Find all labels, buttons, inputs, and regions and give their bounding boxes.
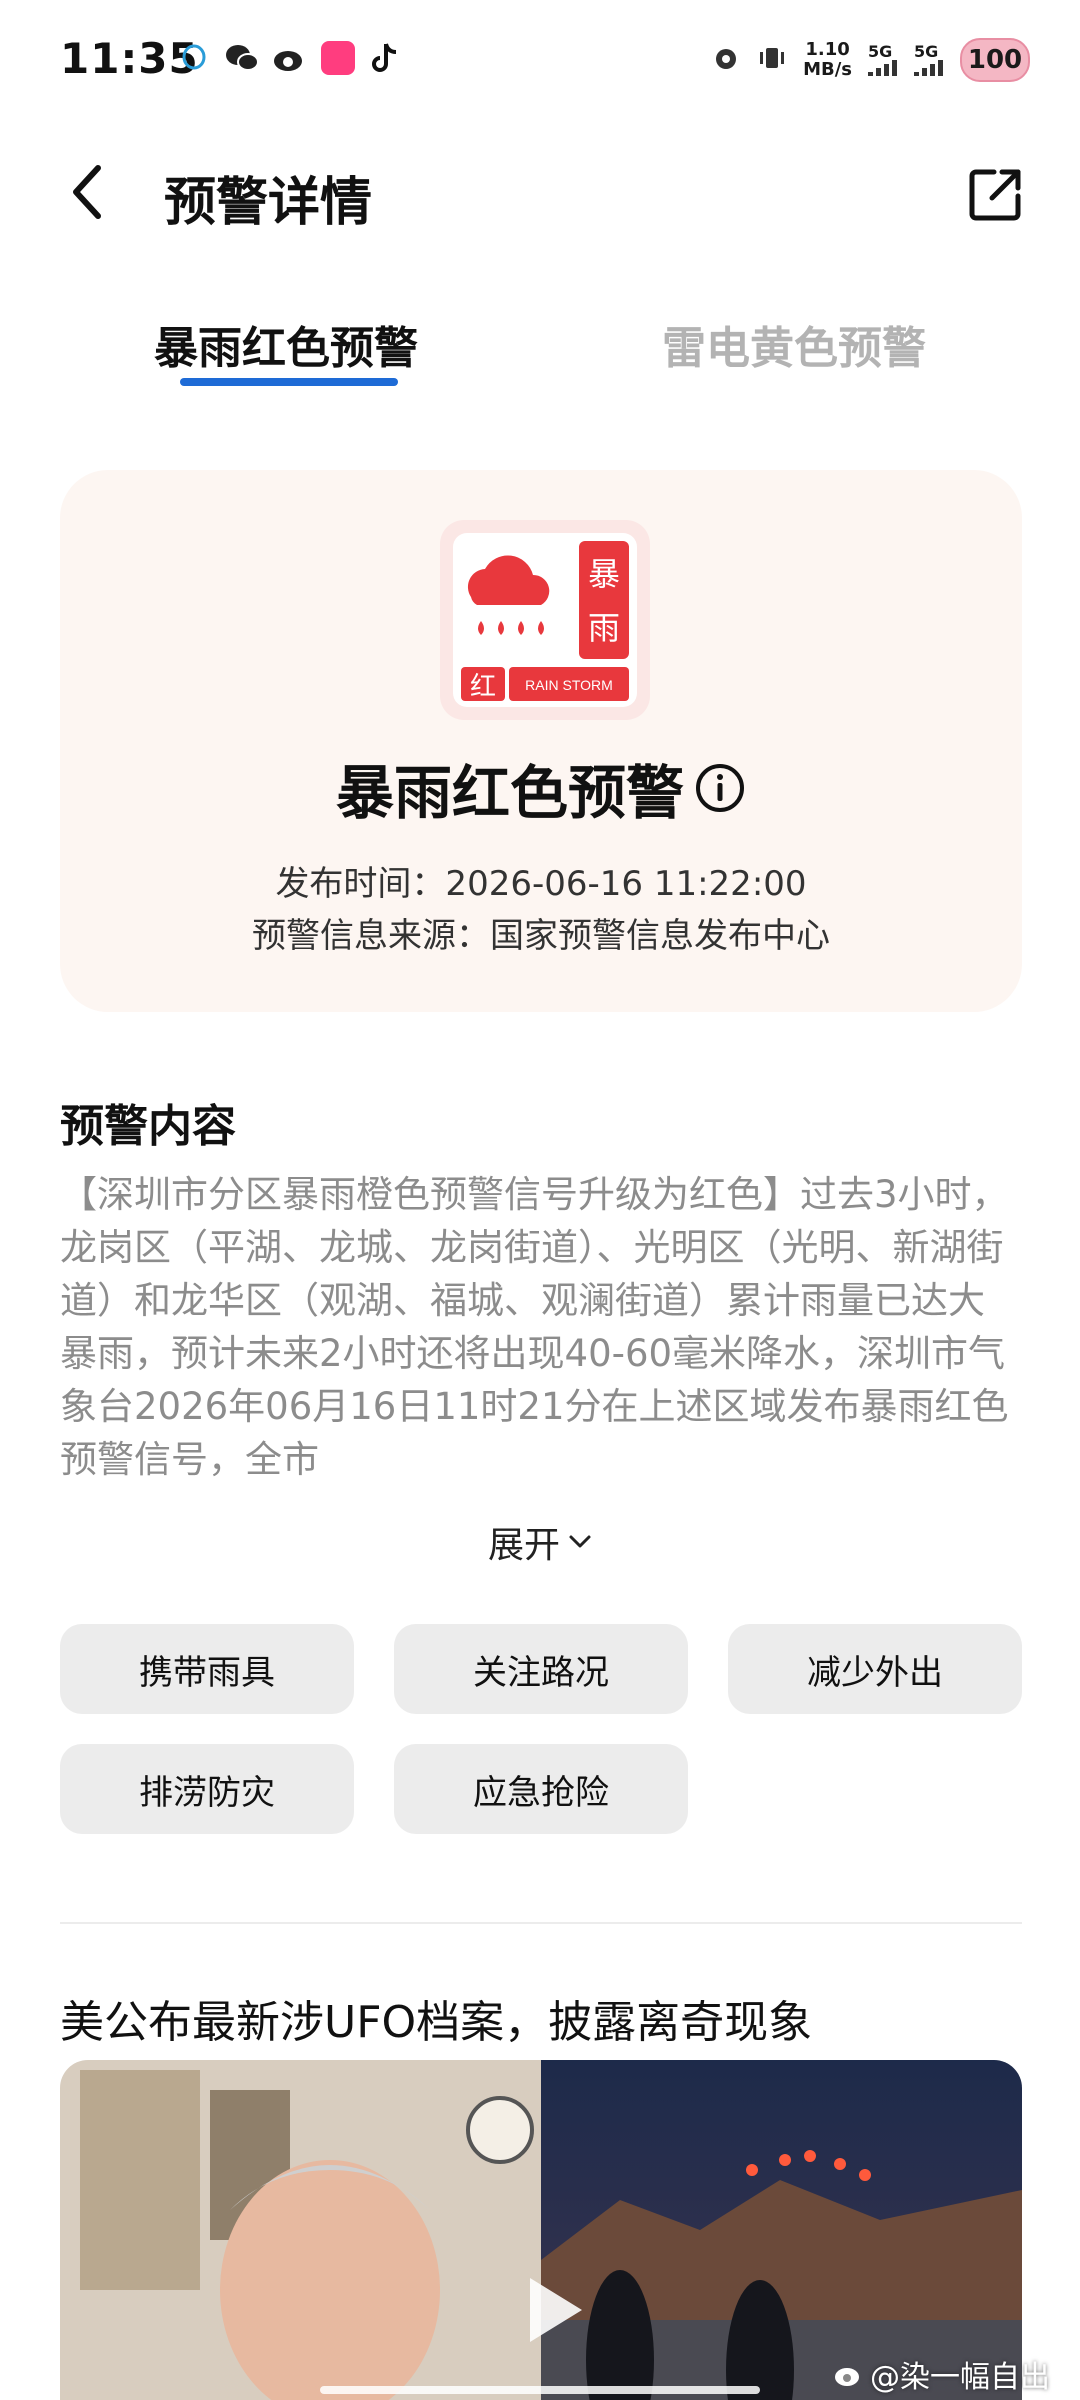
play-icon[interactable] xyxy=(500,2260,600,2360)
content-section-title: 预警内容 xyxy=(60,1101,236,1152)
news-video-thumbnail[interactable] xyxy=(60,2060,1022,2400)
expand-label: 展开 xyxy=(487,1525,560,1566)
share-button[interactable] xyxy=(960,158,1032,230)
divider xyxy=(60,1922,1022,1924)
weibo-icon xyxy=(272,40,308,76)
badge-char-bottom: 雨 xyxy=(588,609,620,647)
chevron-down-icon xyxy=(569,1535,591,1548)
status-bar: 11:35 1.10 MB/s 5G 5G 100 xyxy=(0,0,1080,126)
info-icon xyxy=(696,764,744,812)
alert-source: 预警信息来源：国家预警信息发布中心 xyxy=(252,916,830,956)
vibrate-icon xyxy=(757,43,787,77)
expand-button[interactable]: 展开 xyxy=(0,1516,1080,1568)
chip-watch-road[interactable]: 关注路况 xyxy=(394,1624,688,1714)
chip-emergency-rescue[interactable]: 应急抢险 xyxy=(394,1744,688,1834)
rainstorm-red-icon: 暴 雨 红 RAIN STORM xyxy=(453,533,637,707)
status-right: 1.10 MB/s 5G 5G 100 xyxy=(711,38,1030,82)
qq-icon xyxy=(176,40,212,76)
watermark: @染一幅自出 xyxy=(834,2352,1050,2396)
tab-rainstorm-red[interactable]: 暴雨红色预警 xyxy=(154,312,418,376)
status-app-icons xyxy=(176,40,404,76)
lofter-icon xyxy=(320,40,356,76)
alarm-icon xyxy=(711,43,741,77)
alert-meta: 发布时间：2026-06-16 11:22:00 预警信息来源：国家预警信息发布… xyxy=(60,858,1022,962)
warning-content-text: 【深圳市分区暴雨橙色预警信号升级为红色】过去3小时，龙岗区（平湖、龙城、龙岗街道… xyxy=(60,1173,1009,1481)
back-button[interactable] xyxy=(56,160,120,224)
rainstorm-red-badge: 暴 雨 红 RAIN STORM xyxy=(440,520,650,720)
publish-time: 发布时间：2026-06-16 11:22:00 xyxy=(275,864,807,904)
chip-flood-prevention[interactable]: 排涝防灾 xyxy=(60,1744,354,1834)
app-bar: 预警详情 xyxy=(0,126,1080,256)
badge-caption: RAIN STORM xyxy=(525,677,613,693)
news-title[interactable]: 美公布最新涉UFO档案，披露离奇现象 xyxy=(60,1986,812,2050)
home-indicator[interactable] xyxy=(320,2386,760,2394)
wechat-icon xyxy=(224,40,260,76)
chevron-left-icon xyxy=(73,165,101,219)
alert-tabs: 暴雨红色预警 雷电黄色预警 xyxy=(0,300,1080,400)
battery-indicator: 100 xyxy=(960,38,1030,82)
tiktok-icon xyxy=(368,40,404,76)
info-button[interactable] xyxy=(694,762,746,814)
external-link-icon xyxy=(969,169,1021,221)
weibo-icon xyxy=(835,2368,859,2386)
sim1-signal: 5G xyxy=(868,44,898,76)
tab-indicator xyxy=(180,378,398,386)
sim2-signal: 5G xyxy=(914,44,944,76)
badge-char-top: 暴 xyxy=(588,555,620,593)
tab-thunder-yellow[interactable]: 雷电黄色预警 xyxy=(662,312,926,376)
alert-title: 暴雨红色预警 xyxy=(335,759,684,827)
page-title: 预警详情 xyxy=(164,173,373,233)
chip-stay-indoors[interactable]: 减少外出 xyxy=(728,1624,1022,1714)
badge-level-char: 红 xyxy=(470,672,496,702)
network-speed: 1.10 MB/s xyxy=(803,39,852,80)
chip-carry-rain-gear[interactable]: 携带雨具 xyxy=(60,1624,354,1714)
alert-title-row: 暴雨红色预警 xyxy=(60,746,1022,830)
alert-card: 暴 雨 红 RAIN STORM 暴雨红色预警 发布时间：2026-06-16 … xyxy=(60,470,1022,1012)
